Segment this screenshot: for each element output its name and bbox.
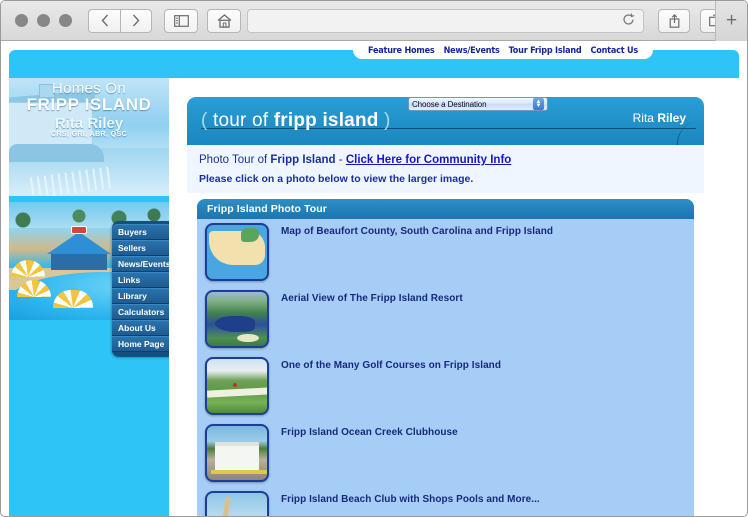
sidebar-item-calculators[interactable]: Calculators [112, 304, 169, 320]
sidebar-icon [173, 14, 189, 27]
sidebar-item-news-events[interactable]: News/Events [112, 256, 169, 272]
map-thumbnail[interactable] [205, 223, 269, 281]
photo-tour-list: Map of Beaufort County, South Carolina a… [197, 219, 694, 516]
banner-agent-name: Rita Riley [633, 111, 686, 125]
reload-icon[interactable] [622, 13, 635, 28]
hero-shrubs [9, 144, 104, 162]
clubhouse-thumbnail[interactable] [205, 424, 269, 482]
hero-text: Homes On FRIPP ISLAND Rita Riley CRS, GR… [9, 80, 169, 138]
maximize-window-button[interactable] [59, 14, 72, 27]
photo-tour-heading: Fripp Island Photo Tour [197, 199, 694, 219]
chevron-updown-icon: ▲ ▼ [533, 98, 544, 110]
home-icon [217, 13, 231, 28]
minimize-window-button[interactable] [37, 14, 50, 27]
hero-agent-name: Rita Riley [54, 115, 124, 132]
left-sidebar: Homes On FRIPP ISLAND Rita Riley CRS, GR… [9, 78, 169, 516]
sidebar-item-about-us[interactable]: About Us [112, 320, 169, 336]
share-button[interactable] [658, 8, 690, 33]
forward-button[interactable] [120, 8, 152, 33]
navigation-buttons [88, 8, 152, 33]
intro-line-1: Photo Tour of Fripp Island - Click Here … [199, 154, 704, 166]
list-item-label: Fripp Island Ocean Creek Clubhouse [281, 427, 458, 438]
browser-window: + Feature Homes News/Events Tour Fripp I… [0, 0, 748, 517]
pool-photo-tiki-base [51, 252, 107, 270]
beach-club-thumbnail[interactable] [205, 491, 269, 516]
page-title: ( tour of fripp island ) [201, 110, 391, 132]
address-bar[interactable] [247, 8, 644, 33]
destination-select-value: Choose a Destination [412, 99, 487, 109]
browser-toolbar: + [1, 1, 747, 41]
banner-paren-close: ) [384, 110, 391, 131]
sidebar-item-buyers[interactable]: Buyers [112, 224, 169, 240]
list-item[interactable]: Aerial View of The Fripp Island Resort [197, 290, 694, 357]
banner-title-bold: fripp island [273, 110, 379, 131]
sidebar-menu: Buyers Sellers News/Events Links Library… [112, 221, 169, 357]
close-window-button[interactable] [15, 14, 28, 27]
topnav-item-tour-fripp-island[interactable]: Tour Fripp Island [509, 46, 582, 56]
new-tab-button[interactable]: + [715, 1, 747, 41]
aerial-thumbnail[interactable] [205, 290, 269, 348]
intro-dash: - [335, 154, 346, 166]
pool-photo-sign [71, 226, 87, 234]
hero-agent-credentials: CRS, GRI, ABR, QSC [50, 131, 128, 138]
topnav-item-contact-us[interactable]: Contact Us [591, 46, 639, 56]
banner-title-light: tour of [213, 110, 269, 131]
golf-course-thumbnail[interactable] [205, 357, 269, 415]
topnav-item-news-events[interactable]: News/Events [444, 46, 500, 56]
main-content: ( tour of fripp island ) Rita Riley Phot… [187, 97, 704, 516]
window-controls[interactable] [15, 14, 72, 27]
sidebar-item-sellers[interactable]: Sellers [112, 240, 169, 256]
banner-agent-last: Riley [657, 111, 686, 125]
chevron-left-icon [101, 14, 108, 27]
pool-photo-umbrella [11, 260, 45, 277]
list-item[interactable]: One of the Many Golf Courses on Fripp Is… [197, 357, 694, 424]
home-button[interactable] [207, 8, 241, 33]
sidebar-item-library[interactable]: Library [112, 288, 169, 304]
topnav-item-feature-homes[interactable]: Feature Homes [368, 46, 435, 56]
intro-island-name: Fripp Island [270, 154, 336, 166]
list-item-label: Aerial View of The Fripp Island Resort [281, 293, 463, 304]
sidebar-item-home-page[interactable]: Home Page [112, 336, 169, 352]
photo-tour-panel: Fripp Island Photo Tour Map of Beaufort … [197, 199, 694, 516]
intro-line-2: Please click on a photo below to view th… [199, 173, 474, 185]
community-info-link[interactable]: Click Here for Community Info [346, 154, 512, 166]
chevron-right-icon [132, 14, 140, 27]
list-item[interactable]: Fripp Island Ocean Creek Clubhouse [197, 424, 694, 491]
banner-agent-first: Rita [632, 111, 658, 125]
list-item[interactable]: Map of Beaufort County, South Carolina a… [197, 223, 694, 290]
back-button[interactable] [88, 8, 120, 33]
destination-select[interactable]: Choose a Destination ▲ ▼ [408, 97, 548, 111]
list-item-label: Map of Beaufort County, South Carolina a… [281, 226, 554, 237]
banner-paren-open: ( [201, 110, 208, 131]
sidebar-item-links[interactable]: Links [112, 272, 169, 288]
web-page: Feature Homes News/Events Tour Fripp Isl… [1, 42, 747, 516]
top-navigation: Feature Homes News/Events Tour Fripp Isl… [353, 42, 653, 59]
list-item[interactable]: Fripp Island Beach Club with Shops Pools… [197, 491, 694, 516]
intro-prefix: Photo Tour of [199, 154, 271, 166]
list-item-label: Fripp Island Beach Club with Shops Pools… [281, 494, 540, 505]
share-icon [669, 13, 679, 28]
list-item-label: One of the Many Golf Courses on Fripp Is… [281, 360, 501, 371]
show-sidebar-button[interactable] [164, 8, 198, 33]
hero-image: Homes On FRIPP ISLAND Rita Riley CRS, GR… [9, 78, 169, 196]
intro-block: Photo Tour of Fripp Island - Click Here … [187, 145, 704, 193]
destination-select-wrap: Choose a Destination ▲ ▼ [408, 97, 548, 111]
hero-line-2: FRIPP ISLAND [26, 95, 152, 114]
